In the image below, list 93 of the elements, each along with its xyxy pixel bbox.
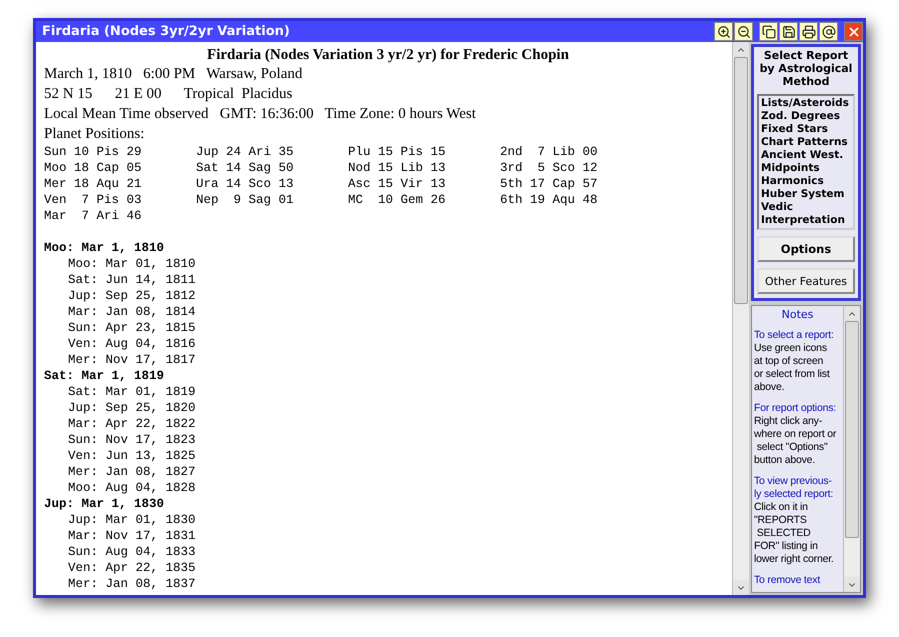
subperiod-line: Ven: Jun 13, 1825 [67, 448, 197, 464]
note-text: button above. [754, 454, 816, 467]
panel-button[interactable]: Other Features [757, 268, 855, 294]
window-title: Firdaria (Nodes 3yr/2yr Variation) [42, 24, 291, 39]
method-item[interactable]: Interpretation [761, 214, 851, 227]
subperiod-line: Jup: Sep 25, 1820 [67, 400, 197, 416]
period-heading: Jup: Mar 1, 1830 [44, 496, 166, 512]
report-info-line: Local Mean Time observed GMT: 16:36:00 Time Zone: 0 hours West [44, 105, 477, 124]
note-text: Use green icons [754, 342, 828, 355]
planet-position: Ven 7 Pis 03 [44, 192, 143, 208]
panel-button[interactable]: Options [757, 236, 855, 262]
method-item[interactable]: Chart Patterns [761, 136, 851, 149]
close-button[interactable] [844, 22, 863, 41]
subperiod-line: Moo: Aug 04, 1828 [67, 480, 197, 496]
period-heading: Moo: Mar 1, 1810 [44, 240, 166, 256]
subperiod-line: Moo: Mar 01, 1810 [67, 256, 197, 272]
planet-position: Ura 14 Sco 13 [196, 176, 295, 192]
positions-label: Planet Positions: [44, 125, 146, 144]
method-item[interactable]: Harmonics [761, 175, 851, 188]
subperiod-line: Ven: Apr 22, 1835 [67, 560, 197, 576]
method-item[interactable]: Fixed Stars [761, 123, 851, 136]
note-heading: To view previous- [754, 475, 833, 488]
print-icon [802, 24, 816, 38]
save-icon [782, 24, 796, 38]
zoom-in-icon [716, 24, 730, 38]
planet-position: Nod 15 Lib 13 [348, 160, 447, 176]
note-text: where on report or [754, 428, 838, 441]
subperiod-line: Sat: Jun 14, 1811 [67, 272, 197, 288]
planet-position: Sun 10 Pis 29 [44, 144, 143, 160]
planet-position: Plu 15 Pis 15 [348, 144, 447, 160]
zoom-out-button[interactable] [734, 22, 753, 41]
planet-position: Moo 18 Cap 05 [44, 160, 143, 176]
method-item[interactable]: Lists/Asteroids [761, 97, 851, 110]
planet-position: Asc 15 Vir 13 [348, 176, 447, 192]
zoom-out-icon [736, 24, 750, 38]
method-item[interactable]: Huber System [761, 188, 851, 201]
note-heading: For report options: [754, 402, 837, 415]
subperiod-line: Ven: Aug 04, 1816 [67, 336, 197, 352]
planet-position: Sat 14 Sag 50 [196, 160, 295, 176]
subperiod-line: Mar: Jan 08, 1814 [67, 304, 197, 320]
subperiod-line: Sun: Nov 17, 1823 [67, 432, 197, 448]
note-text: select "Options" [756, 441, 829, 454]
planet-position: 2nd 7 Lib 00 [500, 144, 599, 160]
at-sign-icon [822, 24, 836, 38]
period-heading: Sat: Mar 1, 1819 [44, 368, 166, 384]
windows-icon [762, 24, 776, 38]
planet-position: Jup 24 Ari 35 [196, 144, 295, 160]
note-text: or select from list [754, 368, 831, 381]
planet-position: Mer 18 Aqu 21 [44, 176, 143, 192]
print-button[interactable] [799, 22, 818, 41]
notes-scrollbar[interactable] [843, 306, 860, 592]
note-heading: To remove text [754, 574, 822, 587]
method-item[interactable]: Zod. Degrees [761, 110, 851, 123]
note-heading: ly selected report: [754, 488, 834, 501]
note-text: above. [754, 381, 786, 394]
report-info-line: 52 N 15 21 E 00 Tropical Placidus [44, 85, 294, 104]
close-icon [846, 24, 860, 38]
subperiod-line: Mer: Jan 08, 1837 [67, 576, 197, 592]
subperiod-line: Mar: Nov 17, 1831 [67, 528, 197, 544]
planet-position: Mar 7 Ari 46 [44, 208, 143, 224]
save-button[interactable] [779, 22, 798, 41]
report-scrollbar[interactable] [732, 42, 749, 595]
subperiod-line: Sun: Aug 04, 1833 [67, 544, 197, 560]
zoom-in-button[interactable] [714, 22, 733, 41]
subperiod-line: Mar: Apr 22, 1822 [67, 416, 197, 432]
note-heading: To select a report: [754, 329, 835, 342]
note-text: at top of screen [754, 355, 824, 368]
method-item[interactable]: Ancient West. [761, 149, 851, 162]
report-title: Firdaria (Nodes Variation 3 yr/2 yr) for Frederic Chopin [206, 46, 570, 64]
windows-button[interactable] [759, 22, 778, 41]
subperiod-line: Mer: Jan 08, 1827 [67, 464, 197, 480]
notes-title: Notes [780, 308, 814, 321]
report-info-line: March 1, 1810 6:00 PM Warsaw, Poland [44, 65, 304, 84]
note-text: Right click any- [754, 415, 823, 428]
subperiod-line: Jup: Sep 25, 1812 [67, 288, 197, 304]
planet-position: 5th 17 Cap 57 [500, 176, 599, 192]
method-item[interactable]: Midpoints [761, 162, 851, 175]
method-item[interactable]: Vedic [761, 201, 851, 214]
note-text: lower right corner. [754, 553, 835, 566]
planet-position: 3rd 5 Sco 12 [500, 160, 599, 176]
subperiod-line: Sat: Mar 01, 1819 [67, 384, 197, 400]
note-text: SELECTED [756, 527, 812, 540]
subperiod-line: Sun: Apr 23, 1815 [67, 320, 197, 336]
note-text: "REPORTS [754, 514, 808, 527]
panel-heading: Select Report by Astrological Method [758, 49, 854, 88]
planet-position: MC 10 Gem 26 [348, 192, 447, 208]
subperiod-line: Jup: Mar 01, 1830 [67, 512, 197, 528]
planet-position: 6th 19 Aqu 48 [500, 192, 599, 208]
at-sign-button[interactable] [819, 22, 838, 41]
note-text: Click on it in [754, 501, 809, 514]
note-text: FOR" listing in [754, 540, 819, 553]
subperiod-line: Mer: Nov 17, 1817 [67, 352, 197, 368]
planet-position: Nep 9 Sag 01 [196, 192, 295, 208]
